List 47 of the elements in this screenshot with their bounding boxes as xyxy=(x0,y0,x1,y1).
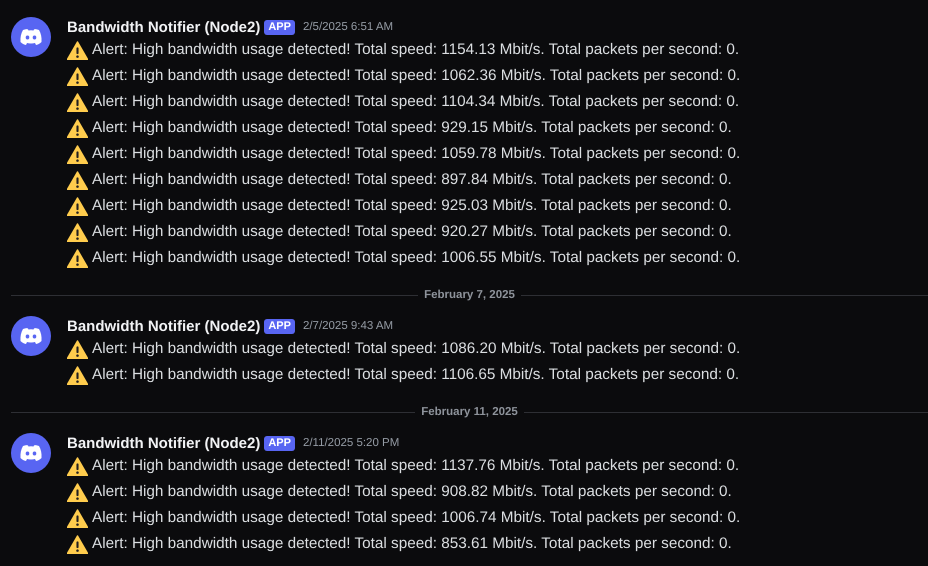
message-text: Alert: High bandwidth usage detected! Total speed: 1137.76 Mbit/s. Total packets per second: 0. xyxy=(92,457,740,475)
warning-icon xyxy=(67,92,88,112)
warning-icon xyxy=(67,196,88,216)
message-text: Alert: High bandwidth usage detected! Total speed: 920.27 Mbit/s. Total packets per second: 0. xyxy=(92,223,732,241)
message-text: Alert: High bandwidth usage detected! Total speed: 1106.65 Mbit/s. Total packets per second: 0. xyxy=(92,366,740,384)
warning-icon xyxy=(67,66,88,86)
app-badge: APP xyxy=(264,318,295,334)
warning-icon xyxy=(67,534,88,554)
message-text: Alert: High bandwidth usage detected! Total speed: 853.61 Mbit/s. Total packets per second: 0. xyxy=(92,535,732,553)
warning-icon xyxy=(67,482,88,502)
warning-icon xyxy=(67,340,88,358)
warning-icon xyxy=(67,144,88,164)
avatar[interactable] xyxy=(11,433,51,473)
date-divider-label: February 11, 2025 xyxy=(420,406,519,418)
controller-icon xyxy=(19,28,43,46)
avatar[interactable] xyxy=(11,316,51,356)
message-text: Alert: High bandwidth usage detected! Total speed: 929.15 Mbit/s. Total packets per second: 0. xyxy=(92,119,732,137)
author-name[interactable]: Bandwidth Notifier (Node2) xyxy=(67,318,260,334)
message-text: Alert: High bandwidth usage detected! Total speed: 1006.55 Mbit/s. Total packets per second: 0. xyxy=(92,249,740,267)
author-name[interactable]: Bandwidth Notifier (Node2) xyxy=(67,18,260,36)
message-text: Alert: High bandwidth usage detected! Total speed: 908.82 Mbit/s. Total packets per second: 0. xyxy=(92,483,732,501)
author-name[interactable]: Bandwidth Notifier (Node2) xyxy=(67,434,260,452)
warning-icon xyxy=(67,248,88,268)
warning-icon xyxy=(67,508,88,528)
message-text: Alert: High bandwidth usage detected! Total speed: 1154.13 Mbit/s. Total packets per second: 0. xyxy=(92,41,740,59)
warning-icon xyxy=(67,40,88,60)
message-text: Alert: High bandwidth usage detected! Total speed: 1059.78 Mbit/s. Total packets per second: 0. xyxy=(92,145,740,163)
timestamp: 2/7/2025 9:43 AM xyxy=(302,320,394,332)
message-text: Alert: High bandwidth usage detected! Total speed: 1086.20 Mbit/s. Total packets per second: 0. xyxy=(92,340,740,358)
app-badge: APP xyxy=(264,436,295,450)
warning-icon xyxy=(67,456,88,476)
message-text: Alert: High bandwidth usage detected! Total speed: 1062.36 Mbit/s. Total packets per second: 0. xyxy=(92,67,740,85)
message-text: Alert: High bandwidth usage detected! Total speed: 897.84 Mbit/s. Total packets per second: 0. xyxy=(92,171,732,189)
timestamp: 2/5/2025 6:51 AM xyxy=(302,21,394,33)
message-text: Alert: High bandwidth usage detected! Total speed: 1006.74 Mbit/s. Total packets per second: 0. xyxy=(92,509,740,527)
controller-icon xyxy=(19,327,43,345)
warning-icon xyxy=(67,118,88,138)
timestamp: 2/11/2025 5:20 PM xyxy=(302,437,400,449)
warning-icon xyxy=(67,222,88,242)
avatar[interactable] xyxy=(11,17,51,57)
date-divider-label: February 7, 2025 xyxy=(423,289,516,301)
controller-icon xyxy=(19,444,43,462)
app-badge: APP xyxy=(264,20,295,34)
warning-icon xyxy=(67,170,88,190)
message-text: Alert: High bandwidth usage detected! Total speed: 925.03 Mbit/s. Total packets per second: 0. xyxy=(92,197,732,215)
warning-icon xyxy=(67,366,88,384)
message-text: Alert: High bandwidth usage detected! Total speed: 1104.34 Mbit/s. Total packets per second: 0. xyxy=(92,93,740,111)
